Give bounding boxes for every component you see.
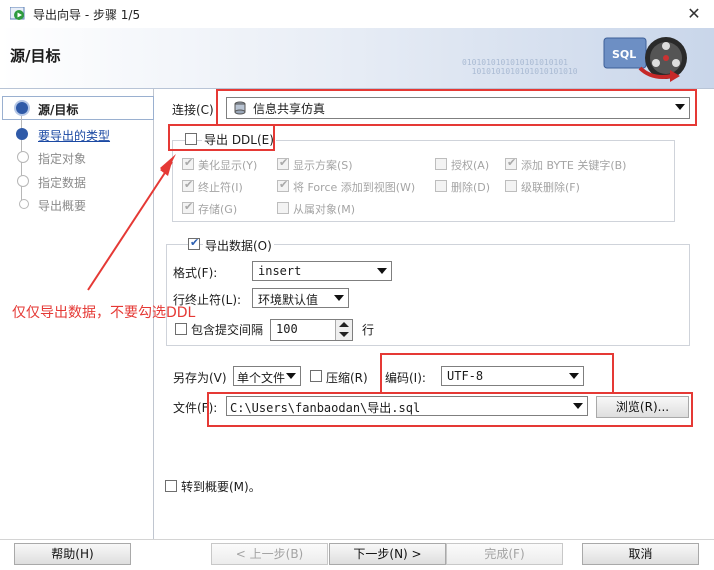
step-specify-objects: 指定对象 xyxy=(38,152,87,166)
ddl-option-label: 显示方案(S) xyxy=(293,159,353,172)
row-terminator-value: 环境默认值 xyxy=(258,293,319,307)
ddl-option-label: 美化显示(Y) xyxy=(198,159,258,172)
annotation-arrow-icon xyxy=(87,154,176,291)
highlight-connection xyxy=(216,89,697,126)
step-indicator-last xyxy=(19,199,29,209)
ddl-option-label: 级联删除(F) xyxy=(521,181,580,194)
format-dropdown[interactable]: insert xyxy=(252,261,392,281)
finish-button[interactable]: 完成(F) xyxy=(446,543,563,565)
ddl-option-checkbox[interactable] xyxy=(277,202,289,214)
highlight-file xyxy=(207,392,693,427)
ddl-option-checkbox[interactable] xyxy=(435,158,447,170)
step-export-summary: 导出概要 xyxy=(38,199,87,213)
sql-film-graphic-icon: SQL xyxy=(603,37,687,82)
spin-up-icon[interactable] xyxy=(339,322,349,327)
save-as-dropdown[interactable]: 单个文件 xyxy=(233,366,301,386)
ddl-option-label: 删除(D) xyxy=(451,181,491,194)
ddl-option-checkbox[interactable]: ✔ xyxy=(277,156,289,170)
ddl-option-label: 从属对象(M) xyxy=(293,203,356,216)
step-indicator xyxy=(17,175,29,187)
spinner-buttons[interactable] xyxy=(335,320,352,340)
goto-summary-checkbox[interactable] xyxy=(165,480,177,492)
ddl-option-checkbox[interactable]: ✔ xyxy=(277,178,289,192)
ddl-option-checkbox[interactable] xyxy=(505,180,517,192)
compress-label: 压缩(R) xyxy=(326,371,368,385)
chevron-down-icon xyxy=(334,295,344,301)
check-icon: ✔ xyxy=(279,156,289,169)
check-icon: ✔ xyxy=(190,236,200,249)
ddl-option-label: 添加 BYTE 关键字(B) xyxy=(521,159,627,172)
app-icon xyxy=(10,7,25,20)
chevron-down-icon xyxy=(377,268,387,274)
background-window-edge-left xyxy=(0,360,4,420)
highlight-ddl xyxy=(168,124,275,151)
close-icon[interactable]: ✕ xyxy=(684,4,704,24)
commit-interval-label: 包含提交间隔 xyxy=(191,323,264,337)
spin-down-icon[interactable] xyxy=(339,332,349,337)
annotation-text: 仅仅导出数据，不要勾选DDL xyxy=(12,305,196,321)
commit-interval-spinner[interactable]: 100 xyxy=(270,319,353,341)
ddl-option-label: 将 Force 添加到视图(W) xyxy=(293,181,416,194)
ddl-options-group xyxy=(172,140,675,222)
ddl-option-checkbox[interactable]: ✔ xyxy=(505,156,517,170)
connection-label: 连接(C) xyxy=(172,103,214,117)
step-specify-data: 指定数据 xyxy=(38,176,87,190)
ddl-option-label: 授权(A) xyxy=(451,159,490,172)
commit-interval-checkbox[interactable] xyxy=(175,323,187,335)
format-value: insert xyxy=(258,264,302,278)
ddl-option-label: 存储(G) xyxy=(198,203,238,216)
step-source-target[interactable]: 源/目标 xyxy=(38,101,78,118)
page-title: 源/目标 xyxy=(10,47,61,65)
commit-interval-value: 100 xyxy=(276,322,298,336)
highlight-encoding xyxy=(380,353,614,394)
check-icon: ✔ xyxy=(279,178,289,191)
ddl-option-label: 终止符(I) xyxy=(198,181,243,194)
export-data-label: 导出数据(O) xyxy=(203,237,274,254)
graphic-sql-label: SQL xyxy=(612,48,636,61)
binary-decoration: 0101010101010101010101 10101010101010101… xyxy=(462,58,578,76)
compress-checkbox[interactable] xyxy=(310,370,322,382)
cancel-button[interactable]: 取消 xyxy=(582,543,699,565)
save-as-value: 单个文件 xyxy=(237,371,286,385)
row-terminator-dropdown[interactable]: 环境默认值 xyxy=(252,288,349,308)
step-export-types[interactable]: 要导出的类型 xyxy=(38,127,110,144)
save-as-label: 另存为(V) xyxy=(173,371,227,385)
back-button[interactable]: < 上一步(B) xyxy=(211,543,328,565)
commit-unit: 行 xyxy=(362,323,375,337)
check-icon: ✔ xyxy=(507,156,517,169)
step-indicator-current xyxy=(16,102,28,114)
goto-summary-label: 转到概要(M)。 xyxy=(181,480,261,494)
window-title: 导出向导 - 步骤 1/5 xyxy=(33,8,141,22)
step-indicator xyxy=(17,151,29,163)
chevron-down-icon xyxy=(286,373,296,379)
help-button[interactable]: 帮助(H) xyxy=(14,543,131,565)
ddl-option-checkbox[interactable] xyxy=(435,180,447,192)
next-button[interactable]: 下一步(N) > xyxy=(329,543,446,565)
step-indicator-visited xyxy=(16,128,28,140)
background-window-edge xyxy=(706,208,714,408)
